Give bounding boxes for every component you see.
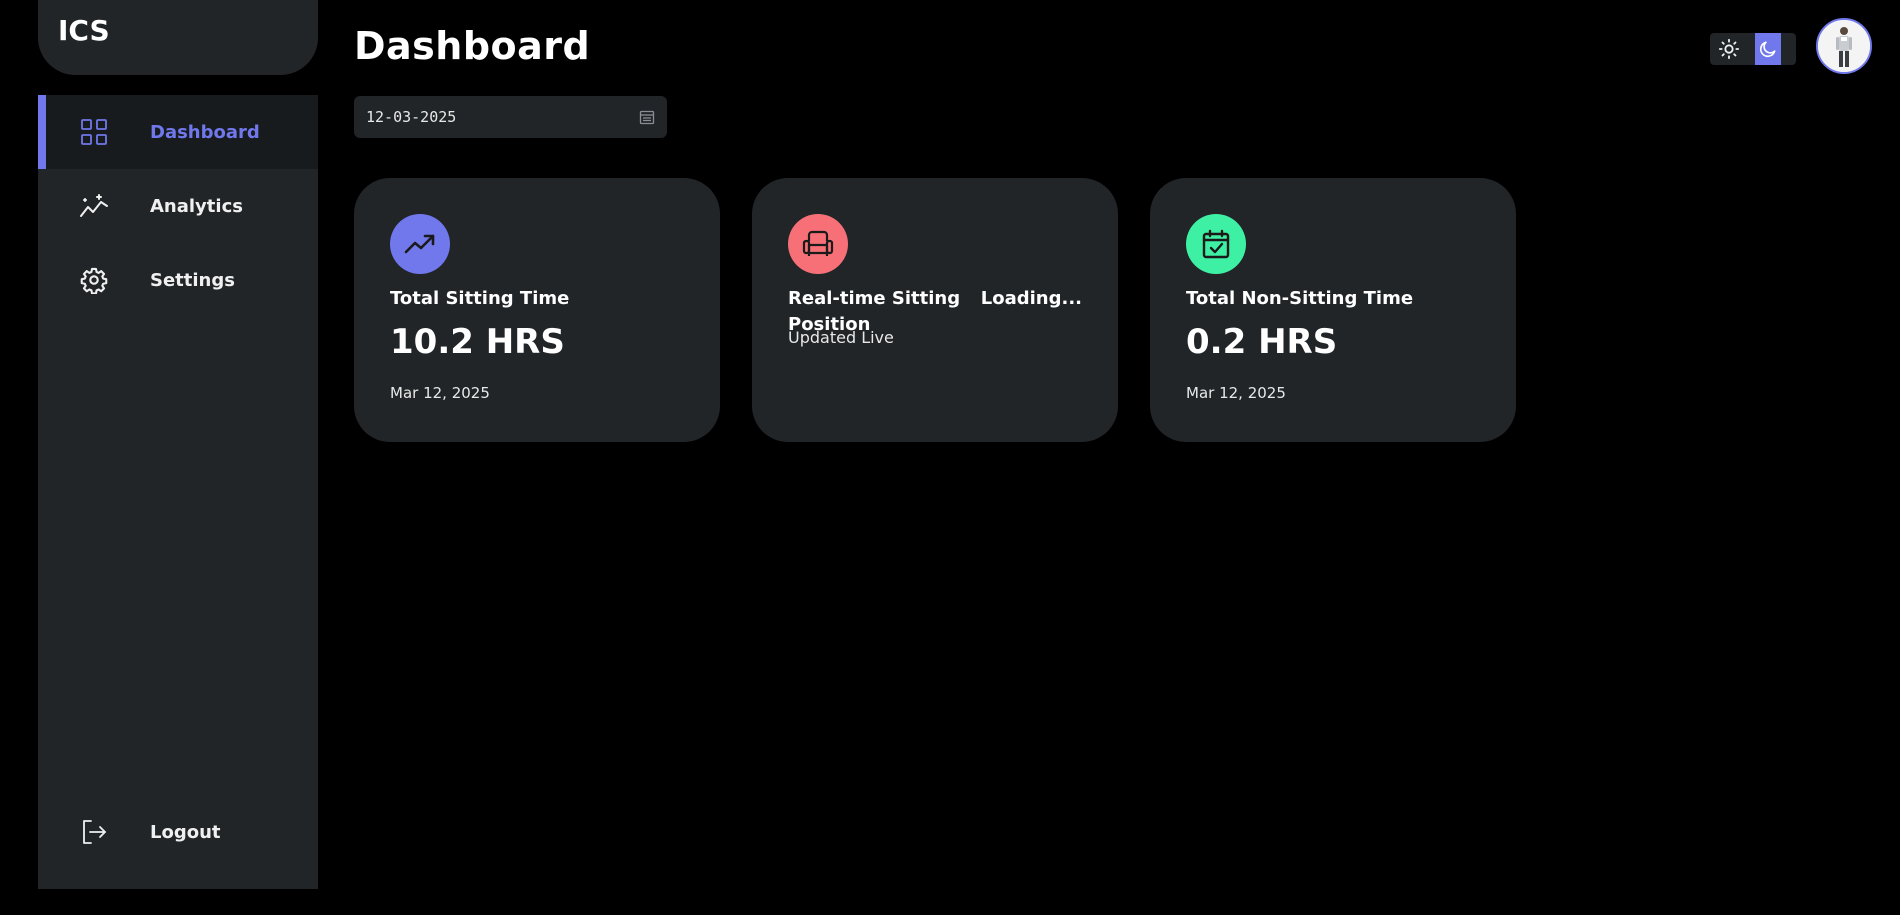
- card-value: 10.2 HRS: [390, 322, 565, 362]
- date-value: 12-03-2025: [366, 108, 457, 126]
- moon-icon[interactable]: [1755, 33, 1781, 65]
- logo-container: ICS: [38, 0, 318, 75]
- sidebar-nav: Dashboard Analytics Settings Logout: [38, 95, 318, 889]
- grid-icon: [78, 116, 110, 148]
- card-subtitle: Updated Live: [788, 328, 894, 347]
- sidebar: ICS Dashboard Analytics Settings Logout: [38, 0, 318, 889]
- logout-icon: [78, 816, 110, 848]
- card-date: Mar 12, 2025: [1186, 384, 1286, 402]
- card-value: 0.2 HRS: [1186, 322, 1338, 362]
- theme-toggle[interactable]: [1710, 33, 1796, 65]
- sidebar-item-settings[interactable]: Settings: [38, 243, 318, 317]
- calendar-check-icon: [1186, 214, 1246, 274]
- calendar-icon[interactable]: [639, 109, 655, 125]
- sidebar-item-analytics[interactable]: Analytics: [38, 169, 318, 243]
- sun-icon[interactable]: [1716, 33, 1742, 65]
- trend-up-icon: [390, 214, 450, 274]
- card-date: Mar 12, 2025: [390, 384, 490, 402]
- app-logo[interactable]: ICS: [58, 14, 110, 47]
- page-title: Dashboard: [354, 24, 591, 68]
- card-title: Total Non-Sitting Time: [1186, 288, 1414, 309]
- sidebar-item-label: Analytics: [150, 195, 243, 217]
- date-picker-input[interactable]: 12-03-2025: [354, 96, 667, 138]
- card-title: Total Sitting Time: [390, 288, 570, 309]
- stat-card-sitting-time: Total Sitting Time 10.2 HRS Mar 12, 2025: [354, 178, 720, 442]
- logout-button[interactable]: Logout: [38, 795, 318, 869]
- logout-label: Logout: [150, 821, 221, 843]
- stat-card-non-sitting-time: Total Non-Sitting Time 0.2 HRS Mar 12, 2…: [1150, 178, 1516, 442]
- sidebar-item-label: Settings: [150, 269, 235, 291]
- analytics-icon: [78, 190, 110, 222]
- chair-icon: [788, 214, 848, 274]
- card-title-line1: Real-time Sitting: [788, 288, 961, 309]
- loading-status: Loading...: [980, 288, 1082, 309]
- sidebar-item-dashboard[interactable]: Dashboard: [38, 95, 318, 169]
- sidebar-item-label: Dashboard: [150, 121, 260, 143]
- avatar[interactable]: [1816, 18, 1872, 74]
- stat-card-realtime-position: Real-time Sitting Position Updated Live …: [752, 178, 1118, 442]
- gear-icon: [78, 264, 110, 296]
